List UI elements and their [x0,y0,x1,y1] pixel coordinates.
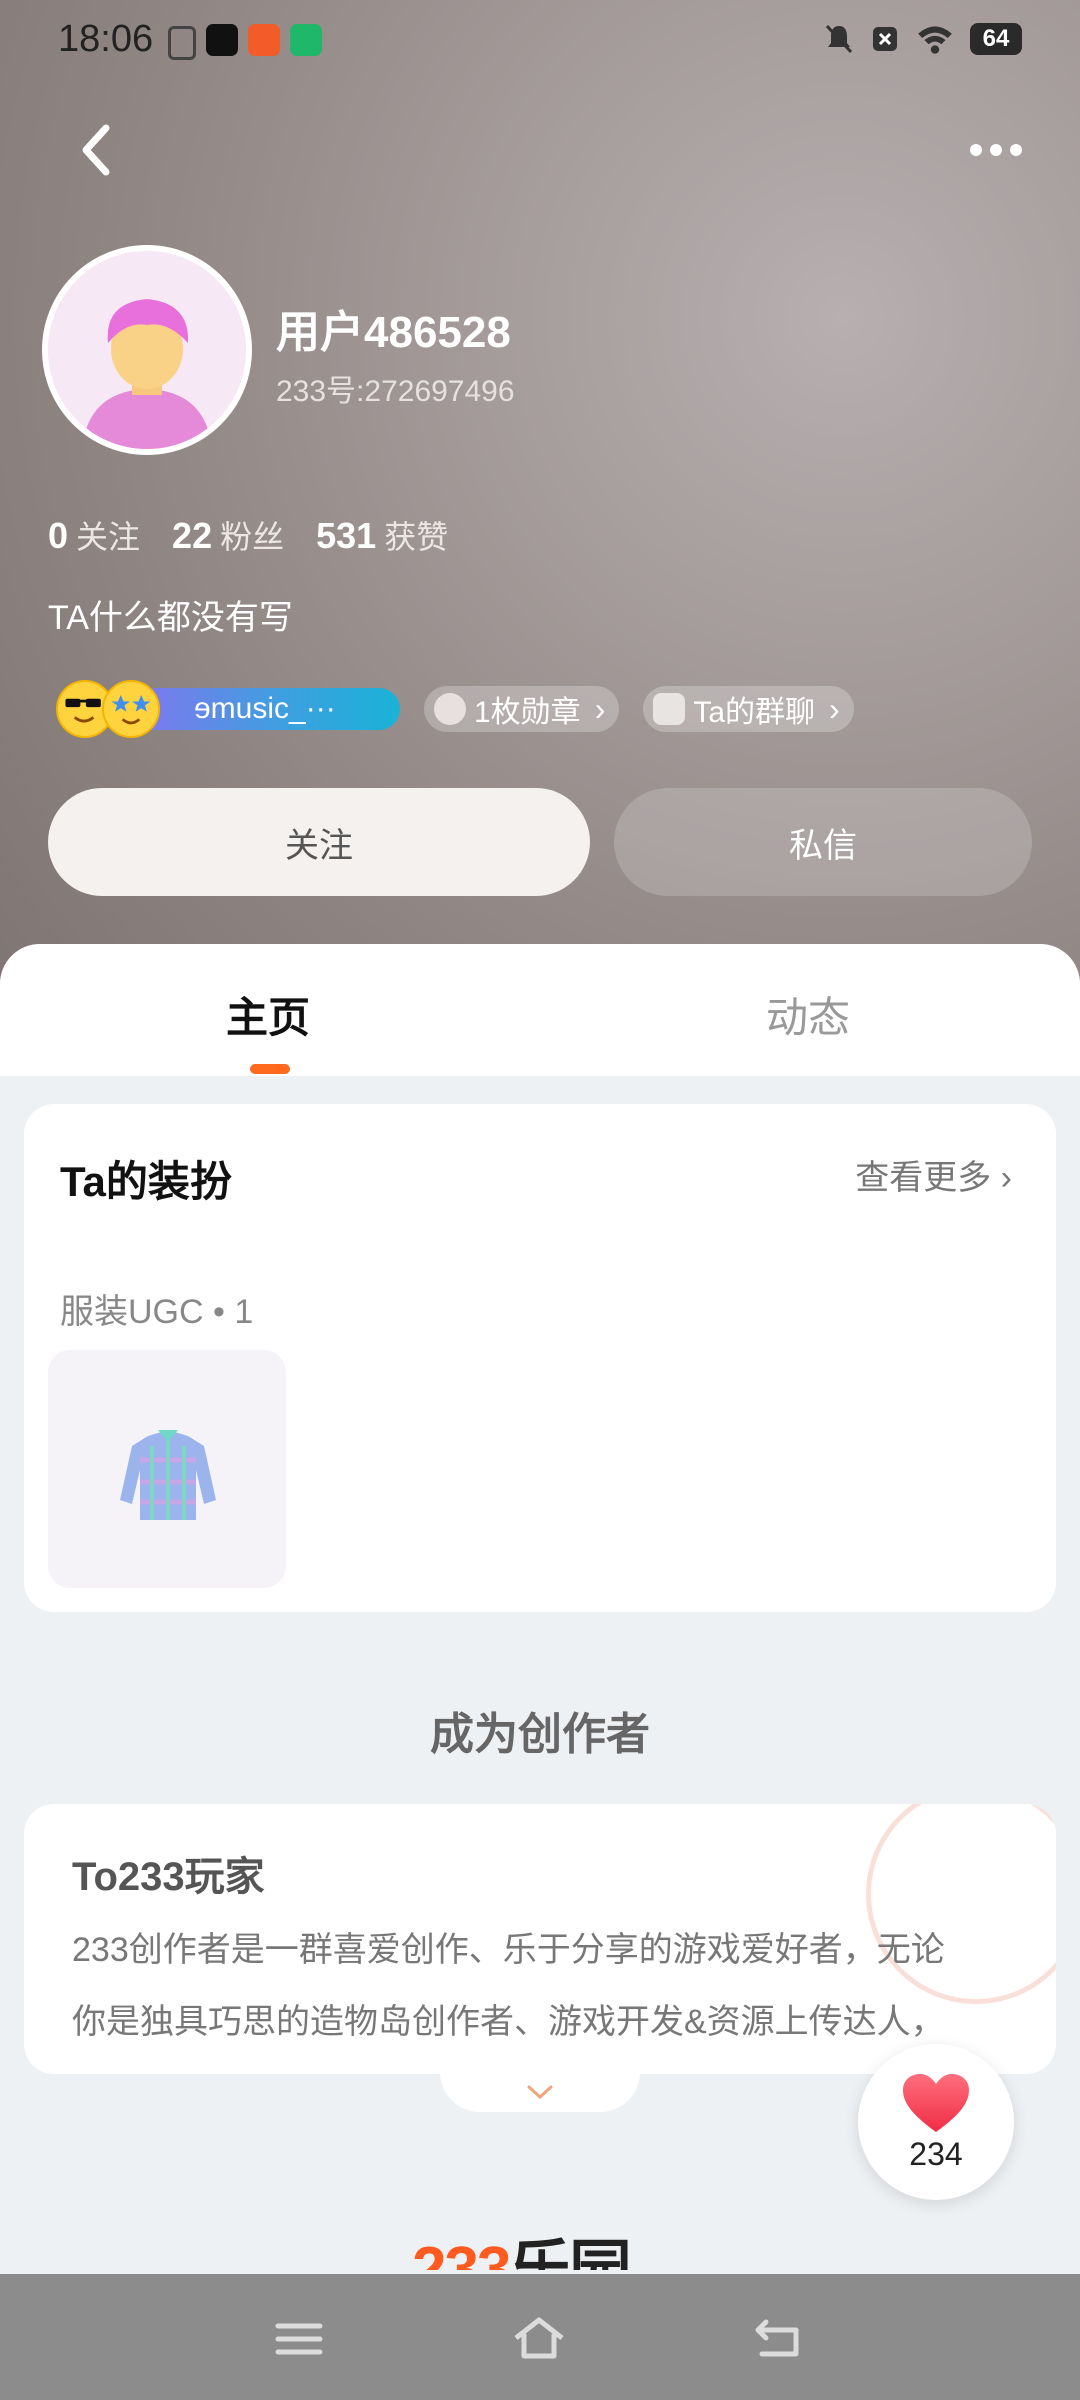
badge-icon [434,693,466,725]
fans-label[interactable]: 粉丝 [220,512,284,558]
chevron-right-icon: › [594,690,606,727]
likes-count: 531 [316,515,377,556]
creator-card-title: To233玩家 [72,1855,265,1899]
creator-card[interactable]: To233玩家 233创作者是一群喜爱创作、乐于分享的游戏爱好者，无论 你是独具… [24,1804,1056,2074]
status-indicators: 64 [824,22,1022,56]
brand-number: 233 [412,2235,511,2270]
see-more-link[interactable]: 查看更多 › [855,1150,1012,1199]
home-icon[interactable] [512,2314,566,2364]
follow-button[interactable]: 关注 [48,788,590,896]
badge-label: 1枚勋章 [474,696,581,729]
profile-tabs: 主页 动态 [0,944,1080,1076]
badge-tag[interactable]: 1枚勋章 › [424,686,620,732]
wifi-icon [918,26,952,54]
back-button[interactable] [72,120,122,180]
close-box-icon [873,27,897,51]
more-options-button[interactable] [960,128,1032,172]
likes-label: 获赞 [384,519,449,555]
outfit-category: 服装UGC • 1 [60,1293,254,1331]
profile-stats: 0 关注 22 粉丝 531 获赞 [48,512,480,558]
bio-text: TA什么都没有写 [48,599,293,637]
group-chat-tag[interactable]: Ta的群聊 › [643,686,854,732]
back-icon[interactable] [752,2314,806,2364]
following-count[interactable]: 0 [48,515,68,557]
notification-icons [168,24,322,60]
default-avatar-icon [48,251,246,449]
message-button[interactable]: 私信 [614,788,1032,896]
expand-button[interactable] [440,2072,640,2112]
like-button[interactable]: 234 [858,2044,1014,2200]
video-notification-icon [290,24,322,56]
status-bar: 18:06 64 [0,0,1080,84]
mute-icon [825,24,853,54]
tiktok-notification-icon [206,24,238,56]
username: 用户486528 [276,308,511,357]
outfit-card-title: Ta的装扮 [60,1158,232,1205]
like-count: 234 [909,2135,963,2172]
tab-feed[interactable]: 动态 [766,984,850,1045]
following-label[interactable]: 关注 [76,512,140,558]
chevron-right-icon: › [1000,1159,1012,1197]
avatar[interactable] [42,245,252,455]
system-nav-bar [0,2274,1080,2400]
chevron-right-icon: › [829,690,840,727]
doc-notification-icon [168,26,196,60]
more-dots-icon [970,144,982,156]
brand-name: 乐园 [509,2235,630,2270]
jacket-icon [120,1430,216,1520]
music-tag[interactable]: ɘmusic_··· [50,680,400,738]
heart-icon [903,2073,969,2132]
brand-logo: 233乐园 [412,2218,629,2270]
menu-icon[interactable] [272,2314,326,2364]
battery-indicator: 64 [970,23,1022,55]
fans-count[interactable]: 22 [172,515,212,557]
creator-section-title: 成为创作者 [430,1710,650,1759]
creator-text-line-1: 233创作者是一群喜爱创作、乐于分享的游戏爱好者，无论 [72,1931,945,1969]
chat-icon [653,693,686,725]
status-time: 18:06 [58,18,154,60]
tab-home[interactable]: 主页 [226,984,310,1045]
group-chat-label: Ta的群聊 [693,696,816,729]
outfit-item[interactable] [48,1350,286,1588]
tab-indicator [250,1064,290,1074]
chevron-down-icon [527,2085,553,2100]
see-more-label: 查看更多 [855,1159,992,1197]
stamp-watermark [866,1804,1056,2004]
star-eyes-emoji-icon [102,680,160,738]
outfit-card: Ta的装扮 查看更多 › 服装UGC • 1 [24,1104,1056,1612]
creator-text-line-2: 你是独具巧思的造物岛创作者、游戏开发&资源上传达人， [72,2003,945,2041]
user-id[interactable]: 233号:272697496 [276,366,515,410]
app-notification-icon [248,24,280,56]
profile-tags: ɘmusic_··· 1枚勋章 › Ta的群聊 › [50,680,854,738]
